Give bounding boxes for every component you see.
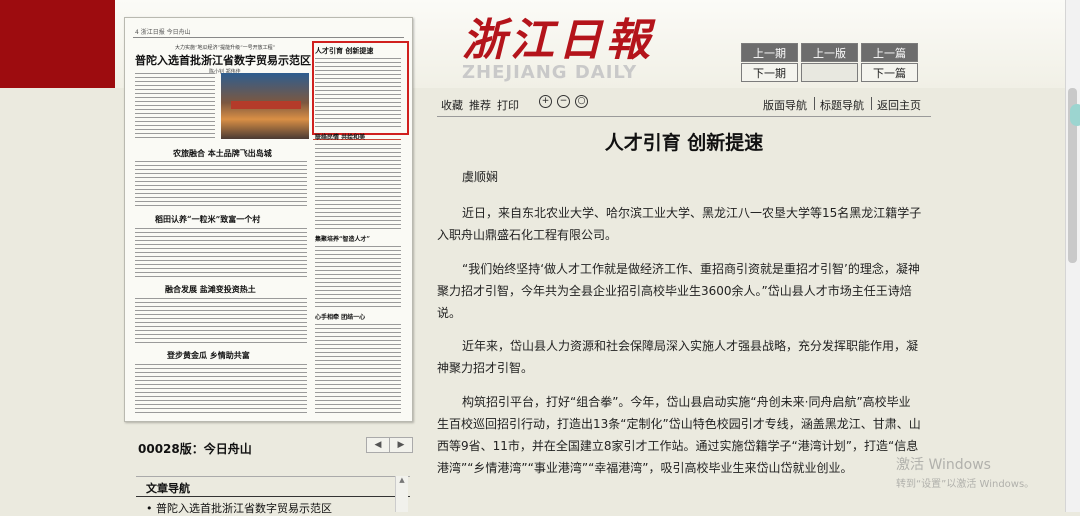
paper-text-block [135,298,307,346]
masthead-english: ZHEJIANG DAILY [462,62,638,83]
page-label: 00028版：今日舟山 [138,442,252,456]
paper-headline-main[interactable]: 普陀入选首批浙江省数字贸易示范区 [135,52,311,68]
paper-text-block [315,324,401,416]
next-page-button [801,63,858,82]
article-paragraph: “我们始终坚持‘做人才工作就是做经济工作、重招商引资就是重招才引智’的理念，凝神… [437,262,920,320]
scroll-up-icon[interactable]: ▲ [396,476,408,484]
paper-text-block [135,364,307,416]
article-title: 人才引育 创新提速 [604,132,764,154]
article-toolbar: 收藏 推荐 打印 + − ○ 版面导航 标题导航 返回主页 [437,94,931,117]
paper-text-block [135,73,215,141]
prev-article-button[interactable]: 上一篇 [861,43,918,62]
favorite-button[interactable]: 收藏 [441,97,463,113]
issue-pager: 上一期 上一版 上一篇 下一期 下一篇 [741,43,918,82]
newspaper-page-thumbnail[interactable]: 4 浙江日报 今日舟山 大力实施“地瓜经济”提能升级“一号开放工程” 普陀入选首… [124,17,413,422]
paper-text-block [135,161,307,209]
next-article-button[interactable]: 下一篇 [861,63,918,82]
toc-heading: 文章导航 [136,476,410,497]
article-author: 虞顺娴 [462,170,499,184]
article-paragraph: 构筑招引平台，打好“组合拳”。今年，岱山县启动实施“舟创未来·同舟启航”高校毕业… [437,395,921,475]
paper-side-headline-1[interactable]: 联络民情 共绘和美 [315,132,365,141]
toc-item[interactable]: • 普陀入选首批浙江省数字贸易示范区 [136,497,410,516]
prev-page-button[interactable]: 上一版 [801,43,858,62]
paper-headline-4[interactable]: 融合发展 盐滩变投资热土 [165,284,256,295]
toolbar-divider [871,97,872,110]
paper-side-headline-2[interactable]: 集聚培养“智造人才” [315,234,370,243]
zoom-in-icon[interactable]: + [539,95,552,108]
paper-headline-2[interactable]: 农旅融合 本土品牌飞出岛城 [173,148,272,159]
paper-subhead[interactable]: 大力实施“地瓜经济”提能升级“一号开放工程” [175,44,275,51]
title-nav-link[interactable]: 标题导航 [820,97,864,113]
masthead-logo: 浙江日報 ZHEJIANG DAILY [462,15,654,84]
paper-text-block [135,228,307,280]
paper-photo [221,73,309,139]
watermark-line2: 转到“设置”以激活 Windows。 [896,479,1035,490]
paper-headline-3[interactable]: 稻田认养“一粒米”致富一个村 [155,214,260,225]
next-issue-button[interactable]: 下一期 [741,63,798,82]
masthead-chinese: 浙江日報 [462,15,654,66]
next-page-arrow-icon[interactable]: ▶ [389,437,413,453]
prev-page-arrow-icon[interactable]: ◀ [366,437,390,453]
paper-highlighted-headline[interactable]: 人才引育 创新提速 [315,46,373,56]
prev-issue-button[interactable]: 上一期 [741,43,798,62]
paper-header: 4 浙江日报 今日舟山 [135,29,191,36]
paper-side-headline-3[interactable]: 心手相牵 团结一心 [315,312,365,321]
toc-item-label: 普陀入选首批浙江省数字贸易示范区 [156,502,332,515]
recommend-button[interactable]: 推荐 [469,97,491,113]
activation-watermark: 激活 Windows 转到“设置”以激活 Windows。 [896,454,1034,490]
article-paragraph: 近日，来自东北农业大学、哈尔滨工业大学、黑龙江八一农垦大学等15名黑龙江籍学子入… [437,206,922,242]
zoom-out-icon[interactable]: − [557,95,570,108]
paper-text-block [315,246,401,308]
article-navigation: 文章导航 • 普陀入选首批浙江省数字贸易示范区 [136,476,410,515]
paper-text-block [315,144,401,230]
floating-assistant-icon[interactable] [1070,104,1080,126]
paper-header-rule [133,37,404,38]
toc-scrollbar[interactable]: ▲ [395,476,408,512]
zoom-reset-icon[interactable]: ○ [575,95,588,108]
paper-text-block [315,58,401,128]
toolbar-divider [814,97,815,110]
article-paragraph: 近年来，岱山县人力资源和社会保障局深入实施人才强县战略，充分发挥职能作用，凝神聚… [437,339,919,375]
page-nav-link[interactable]: 版面导航 [763,97,807,113]
print-button[interactable]: 打印 [497,97,519,113]
watermark-line1: 激活 Windows [896,457,991,473]
home-link[interactable]: 返回主页 [877,97,921,113]
paper-headline-5[interactable]: 登步黄金瓜 乡情助共富 [167,350,250,361]
